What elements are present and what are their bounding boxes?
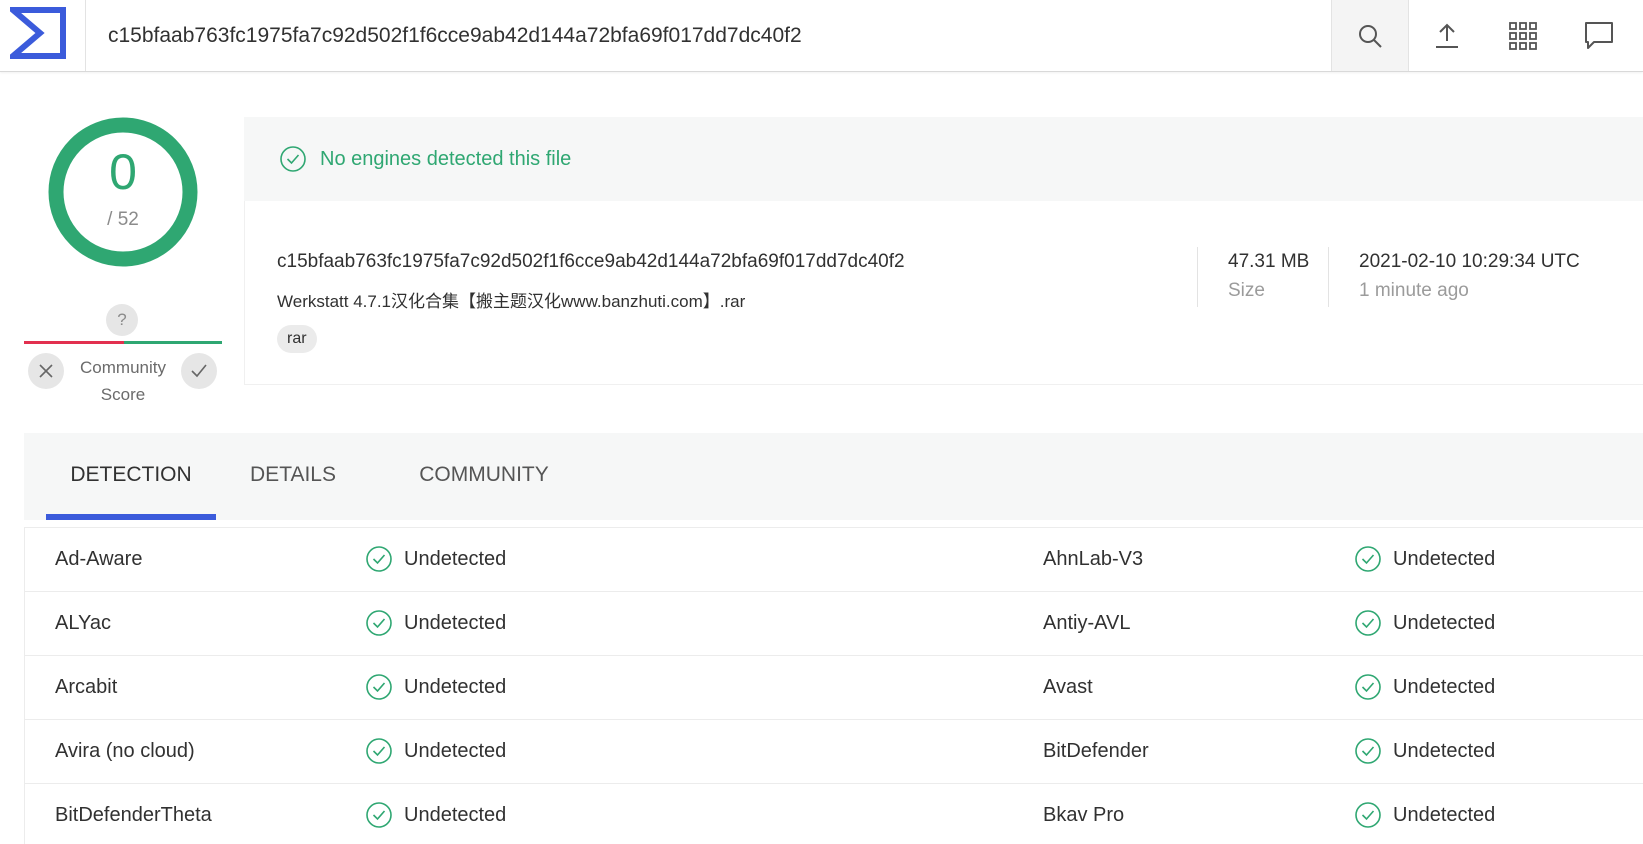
engine-result: Undetected [366,720,506,782]
engine-name: ALYac [55,612,111,634]
check-circle-icon [366,802,392,828]
check-circle-icon [1355,802,1381,828]
table-row: Ad-Aware Undetected AhnLab-V3 Undetected [24,527,1643,591]
check-circle-icon [366,674,392,700]
tab-detection[interactable]: DETECTION [46,433,216,520]
scan-date-relative: 1 minute ago [1359,280,1469,301]
search-icon [1359,24,1382,48]
detection-score-ring: 0 / 52 [48,117,198,267]
engine-result: Undetected [1355,720,1495,782]
tab-details[interactable]: DETAILS [224,433,362,520]
engine-name: Antiy-AVL [1043,612,1131,634]
engine-result: Undetected [366,528,506,590]
chat-icon [1585,21,1613,49]
vote-malicious-button[interactable] [28,353,64,389]
engine-name: BitDefenderTheta [55,804,212,826]
file-size-value: 47.31 MB [1228,251,1310,272]
divider [1197,247,1198,307]
community-bar-malicious [24,341,124,344]
engine-result: Undetected [366,656,506,718]
engine-name: Arcabit [55,676,118,698]
engine-name: BitDefender [1043,740,1149,762]
tab-community[interactable]: COMMUNITY [384,433,584,520]
file-hash: c15bfaab763fc1975fa7c92d502f1f6cce9ab42d… [277,251,905,272]
chat-button[interactable] [1561,0,1637,71]
check-circle-icon [1355,610,1381,636]
engine-name: Avast [1043,676,1093,698]
engine-name: AhnLab-V3 [1043,548,1144,570]
file-size-label: Size [1228,280,1265,301]
engine-name: Ad-Aware [55,548,143,570]
logo[interactable] [0,0,86,71]
detection-summary-banner: No engines detected this file [244,117,1643,201]
engine-result: Undetected [366,592,506,654]
close-icon [39,364,53,378]
detection-results-table: Ad-Aware Undetected AhnLab-V3 Undetected… [24,527,1643,844]
community-bar-harmless [124,341,222,344]
check-circle-icon [1355,738,1381,764]
engine-result: Undetected [366,784,506,844]
apps-grid-icon [1509,21,1537,50]
file-name: Werkstatt 4.7.1汉化合集【搬主题汉化www.banzhuti.co… [277,292,746,311]
community-score-value: ? [106,304,138,336]
sigma-logo-icon [10,7,66,59]
check-circle-icon [366,610,392,636]
file-info-card: c15bfaab763fc1975fa7c92d502f1f6cce9ab42d… [244,201,1643,385]
engine-result: Undetected [1355,592,1495,654]
detection-summary-text: No engines detected this file [320,148,572,170]
engine-result: Undetected [1355,528,1495,590]
check-circle-icon [366,738,392,764]
file-type-tag[interactable]: rar [277,325,317,353]
scan-date-value: 2021-02-10 10:29:34 UTC [1359,251,1580,272]
upload-icon [1436,23,1458,48]
engine-result: Undetected [1355,784,1495,844]
engine-name: Avira (no cloud) [55,740,195,762]
check-circle-icon [1355,546,1381,572]
divider [1328,247,1329,307]
check-icon [191,364,207,378]
engine-total: / 52 [107,209,139,230]
top-bar [0,0,1643,72]
table-row: Arcabit Undetected Avast Undetected [24,655,1643,719]
check-circle-icon [1355,674,1381,700]
active-tab-indicator [46,514,216,520]
check-circle-icon [366,546,392,572]
upload-button[interactable] [1409,0,1485,71]
report-tabs: DETECTION DETAILS COMMUNITY [24,433,1643,520]
check-circle-icon [280,146,306,172]
vote-harmless-button[interactable] [181,353,217,389]
apps-button[interactable] [1485,0,1561,71]
table-row: Avira (no cloud) Undetected BitDefender … [24,719,1643,783]
engine-result: Undetected [1355,656,1495,718]
community-score-label: Community Score [80,358,166,404]
search-button[interactable] [1331,0,1409,71]
engine-name: Bkav Pro [1043,804,1125,826]
table-row: BitDefenderTheta Undetected Bkav Pro Und… [24,783,1643,844]
detection-count: 0 [109,144,137,200]
search-input[interactable] [86,0,1331,71]
table-row: ALYac Undetected Antiy-AVL Undetected [24,591,1643,655]
